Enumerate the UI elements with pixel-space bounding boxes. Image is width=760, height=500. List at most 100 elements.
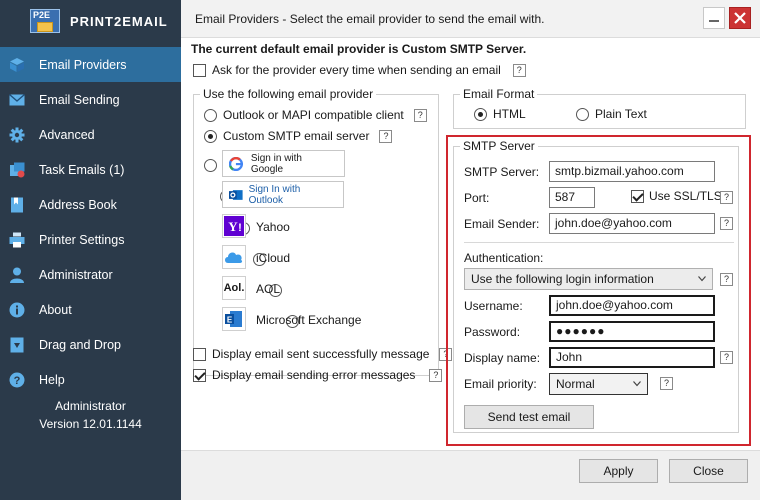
provider-custom-row: Custom SMTP email server ? [204,129,393,143]
format-html-row: HTML [474,107,526,121]
sidebar-item-label: Administrator [39,267,113,282]
sidebar-item-address-book[interactable]: Address Book [0,187,181,222]
smtp-group: SMTP Server SMTP Server: smtp.bizmail.ya… [453,139,739,433]
sidebar-item-label: Help [39,372,65,387]
google-signin-label: Sign in with Google [250,152,302,175]
sidebar-item-label: Drag and Drop [39,337,121,352]
sidebar-item-help[interactable]: ? Help [0,362,181,397]
display-name-input[interactable]: John [549,347,715,368]
sidebar-item-task-emails[interactable]: Task Emails (1) [0,152,181,187]
outlook-icon [229,189,243,200]
auth-select-value: Use the following login information [471,272,654,286]
sidebar-item-label: Task Emails (1) [39,162,125,177]
help-icon[interactable]: ? [429,368,443,382]
apply-button[interactable]: Apply [579,459,658,483]
aol-badge: Aol. [223,282,245,294]
provider-aol-label: AOL [256,282,281,296]
sidebar-nav: Email Providers Email Sending Advanced T… [0,47,181,397]
cube-icon [8,56,26,74]
display-sent-checkbox[interactable] [193,347,206,361]
window-title: Email Providers - Select the email provi… [195,12,545,26]
format-plain-label: Plain Text [595,107,647,121]
format-group-label: Email Format [460,87,538,101]
help-icon[interactable]: ? [379,129,393,143]
app-logo: P2E PRINT2EMAIL [0,0,181,42]
ssl-checkbox[interactable] [631,189,644,203]
sender-label: Email Sender: [464,217,540,231]
port-label: Port: [464,191,490,205]
close-window-button[interactable] [729,7,751,29]
sidebar-footer: Administrator Version 12.01.1144 [0,397,181,433]
provider-custom-radio[interactable] [204,129,217,143]
provider-group: Use the following email provider Outlook… [193,87,439,376]
ask-provider-checkbox[interactable] [193,63,206,77]
sidebar-item-administrator[interactable]: Administrator [0,257,181,292]
help-icon[interactable]: ? [660,377,673,390]
format-plain-radio[interactable] [576,107,589,121]
google-signin-button[interactable]: Sign in with Google [222,150,345,177]
auth-label: Authentication: [464,251,544,265]
help-icon[interactable]: ? [720,273,733,286]
priority-select[interactable]: Normal [549,373,648,395]
help-icon[interactable]: ? [512,63,526,77]
chevron-down-icon [633,381,641,387]
format-html-label: HTML [493,107,526,121]
aol-logo: Aol. [222,276,246,300]
help-icon[interactable]: ? [720,191,733,204]
format-group: Email Format HTML Plain Text [453,87,746,129]
sidebar-item-email-sending[interactable]: Email Sending [0,82,181,117]
provider-yahoo-label: Yahoo [256,220,290,234]
close-icon [734,12,746,24]
help-icon[interactable]: ? [413,108,427,122]
minimize-icon [709,20,719,22]
smtp-server-label: SMTP Server: [464,165,540,179]
icloud-icon [225,252,243,263]
sidebar-item-about[interactable]: About [0,292,181,327]
sidebar-item-label: Email Providers [39,57,127,72]
display-sent-label: Display email sent successfully message [212,347,430,361]
ask-provider-row: Ask for the provider every time when sen… [193,63,526,77]
display-name-label: Display name: [464,351,541,365]
sidebar-item-email-providers[interactable]: Email Providers [0,47,181,82]
sidebar-item-printer-settings[interactable]: Printer Settings [0,222,181,257]
task-icon [8,161,26,179]
display-error-checkbox[interactable] [193,368,206,382]
auth-select[interactable]: Use the following login information [464,268,713,290]
logo-badge: P2E [33,10,51,20]
sender-input[interactable]: john.doe@yahoo.com [549,213,715,234]
help-icon[interactable]: ? [720,217,733,230]
ask-provider-label: Ask for the provider every time when sen… [212,63,501,77]
port-input[interactable]: 587 [549,187,595,208]
send-test-email-button[interactable]: Send test email [464,405,594,429]
provider-google-radio[interactable] [204,159,217,173]
provider-outlook-radio[interactable] [204,108,217,122]
outlook-signin-label: Sign In with Outlook [248,183,301,206]
help-icon[interactable]: ? [720,351,733,364]
drop-icon [8,336,26,354]
priority-select-value: Normal [556,377,595,391]
footer-user: Administrator [55,399,126,413]
sidebar-item-drag-and-drop[interactable]: Drag and Drop [0,327,181,362]
display-error-label: Display email sending error messages [212,368,416,382]
format-html-radio[interactable] [474,107,487,121]
smtp-server-input[interactable]: smtp.bizmail.yahoo.com [549,161,715,182]
logo-icon: P2E [30,9,60,33]
username-input[interactable]: john.doe@yahoo.com [549,295,715,316]
printer-icon [8,231,26,249]
main-panel: The current default email provider is Cu… [181,38,760,500]
help-icon: ? [8,371,26,389]
gear-icon [8,126,26,144]
minimize-button[interactable] [703,7,725,29]
svg-text:?: ? [14,375,21,387]
exchange-logo: E [222,307,246,331]
close-button[interactable]: Close [669,459,748,483]
bottom-bar: Apply Close [181,450,760,500]
outlook-signin-button[interactable]: Sign In with Outlook [222,181,344,208]
sidebar: P2E PRINT2EMAIL Email Providers Email Se… [0,0,181,500]
provider-group-label: Use the following email provider [200,87,377,101]
yahoo-logo: Y! [222,214,246,238]
sidebar-item-advanced[interactable]: Advanced [0,117,181,152]
password-input[interactable]: ●●●●●● [549,321,715,342]
provider-outlook-row: Outlook or MAPI compatible client ? [204,108,427,122]
provider-custom-label: Custom SMTP email server [223,129,370,143]
